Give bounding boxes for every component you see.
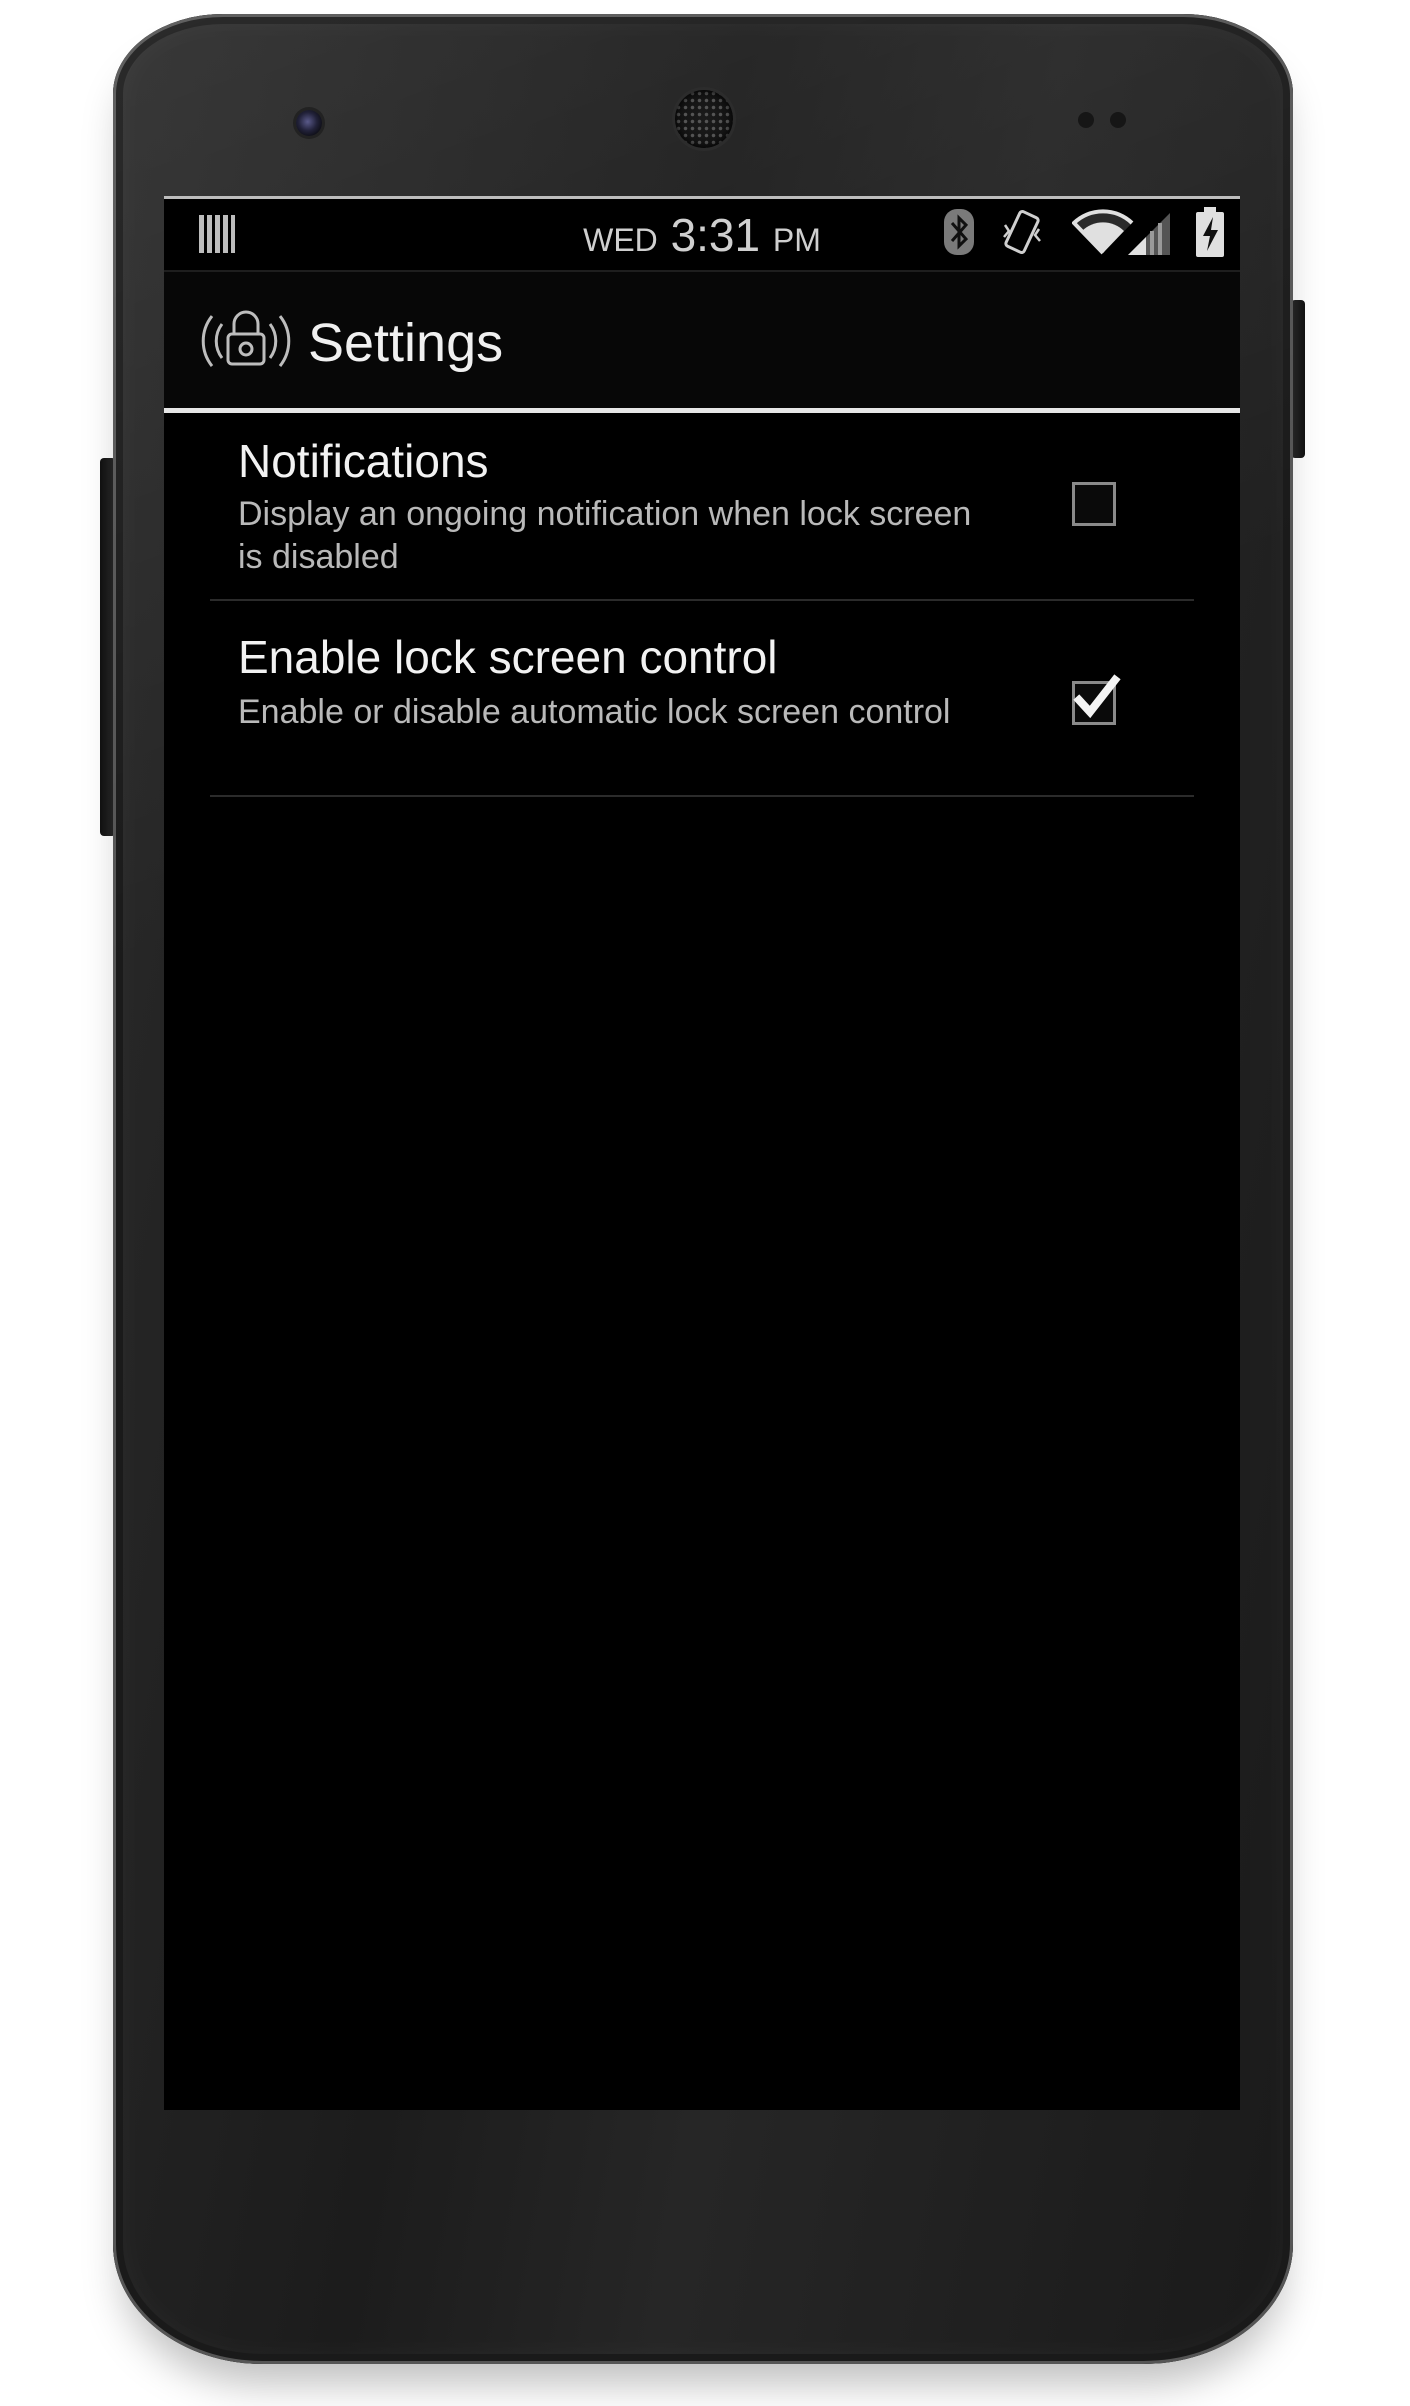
list-divider [210,795,1194,797]
preference-title: Notifications [238,435,489,487]
checkmark-icon [1073,674,1121,719]
status-day: WED [583,222,658,258]
wifi-icon [1072,209,1134,255]
lock-signal-icon[interactable] [198,304,294,376]
screen: WED 3:31 PM Settings Notifications Displ… [164,196,1240,2110]
earpiece-speaker [675,90,733,148]
preference-title: Enable lock screen control [238,631,778,683]
preference-notifications[interactable]: Notifications Display an ongoing notific… [210,413,1194,601]
power-button [1291,300,1305,458]
status-ampm: PM [772,222,821,258]
notifications-checkbox[interactable] [1072,482,1116,526]
status-bar: WED 3:31 PM [164,196,1240,270]
light-sensor [1110,112,1126,128]
front-camera [296,110,322,136]
bluetooth-icon [944,209,974,255]
preference-lock-screen-control[interactable]: Enable lock screen control Enable or dis… [210,601,1194,797]
device-mockup: WED 3:31 PM Settings Notifications Displ… [0,0,1410,2406]
signal-icon [1128,213,1170,255]
battery-charging-icon [1196,207,1224,257]
preference-summary: Enable or disable automatic lock screen … [238,693,951,731]
proximity-sensor [1078,112,1094,128]
vibrate-icon [1003,210,1041,254]
lock-screen-control-checkbox[interactable] [1072,674,1121,725]
preference-summary: Display an ongoing notification when loc… [238,495,972,576]
page-title: Settings [308,313,504,373]
status-time: 3:31 [670,209,761,261]
action-bar: Settings [164,270,1240,408]
